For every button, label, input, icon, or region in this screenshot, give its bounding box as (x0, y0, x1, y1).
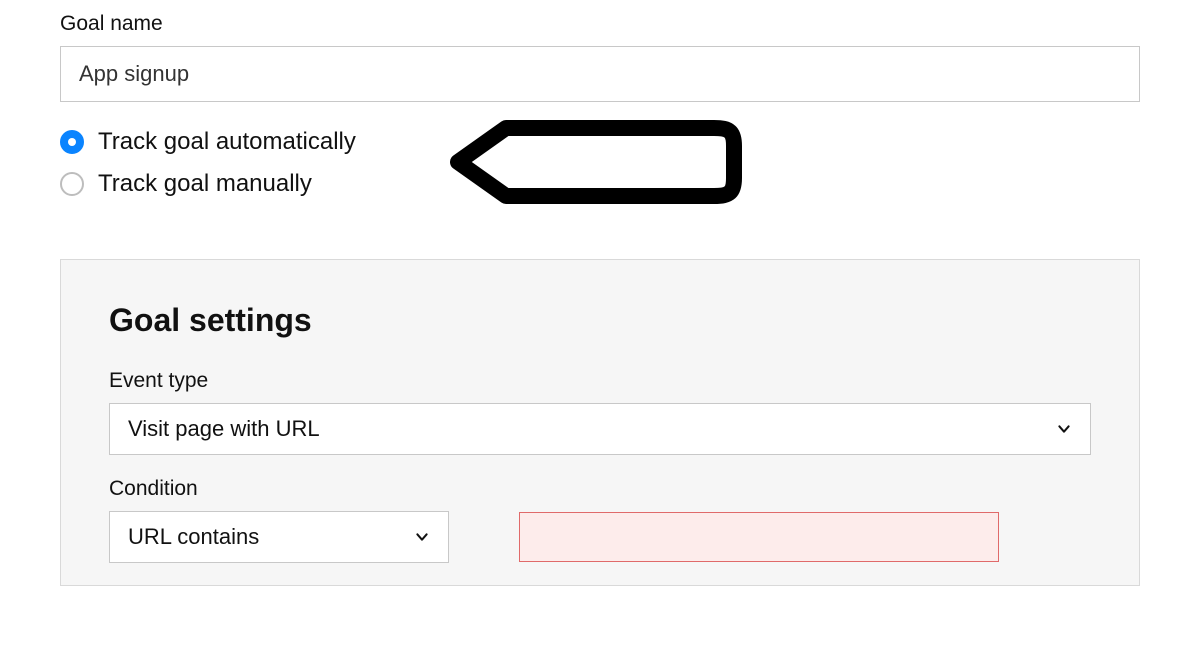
event-type-select[interactable]: Visit page with URL (109, 403, 1091, 455)
tracking-option-label: Track goal automatically (98, 128, 356, 156)
condition-label: Condition (109, 477, 1091, 501)
chevron-down-icon (1056, 421, 1072, 437)
tracking-radio-group: Track goal automatically Track goal manu… (60, 128, 356, 198)
goal-name-input[interactable] (60, 46, 1140, 102)
radio-icon (60, 130, 84, 154)
tracking-option-automatic[interactable]: Track goal automatically (60, 128, 356, 156)
goal-name-field: Goal name (60, 12, 1140, 102)
tracking-row: Track goal automatically Track goal manu… (60, 128, 1140, 229)
goal-settings-heading: Goal settings (109, 302, 1091, 339)
condition-value-input[interactable] (519, 512, 999, 562)
chevron-down-icon (414, 529, 430, 545)
event-type-field: Event type Visit page with URL (109, 369, 1091, 455)
condition-field: Condition URL contains (109, 477, 1091, 563)
annotation-arrow-icon (394, 114, 754, 215)
radio-icon (60, 172, 84, 196)
tracking-option-manual[interactable]: Track goal manually (60, 170, 356, 198)
event-type-label: Event type (109, 369, 1091, 393)
condition-row: URL contains (109, 511, 1091, 563)
condition-operator-value: URL contains (128, 524, 259, 550)
goal-settings-panel: Goal settings Event type Visit page with… (60, 259, 1140, 586)
tracking-option-label: Track goal manually (98, 170, 312, 198)
goal-name-label: Goal name (60, 12, 1140, 36)
event-type-value: Visit page with URL (128, 416, 320, 442)
condition-operator-select[interactable]: URL contains (109, 511, 449, 563)
